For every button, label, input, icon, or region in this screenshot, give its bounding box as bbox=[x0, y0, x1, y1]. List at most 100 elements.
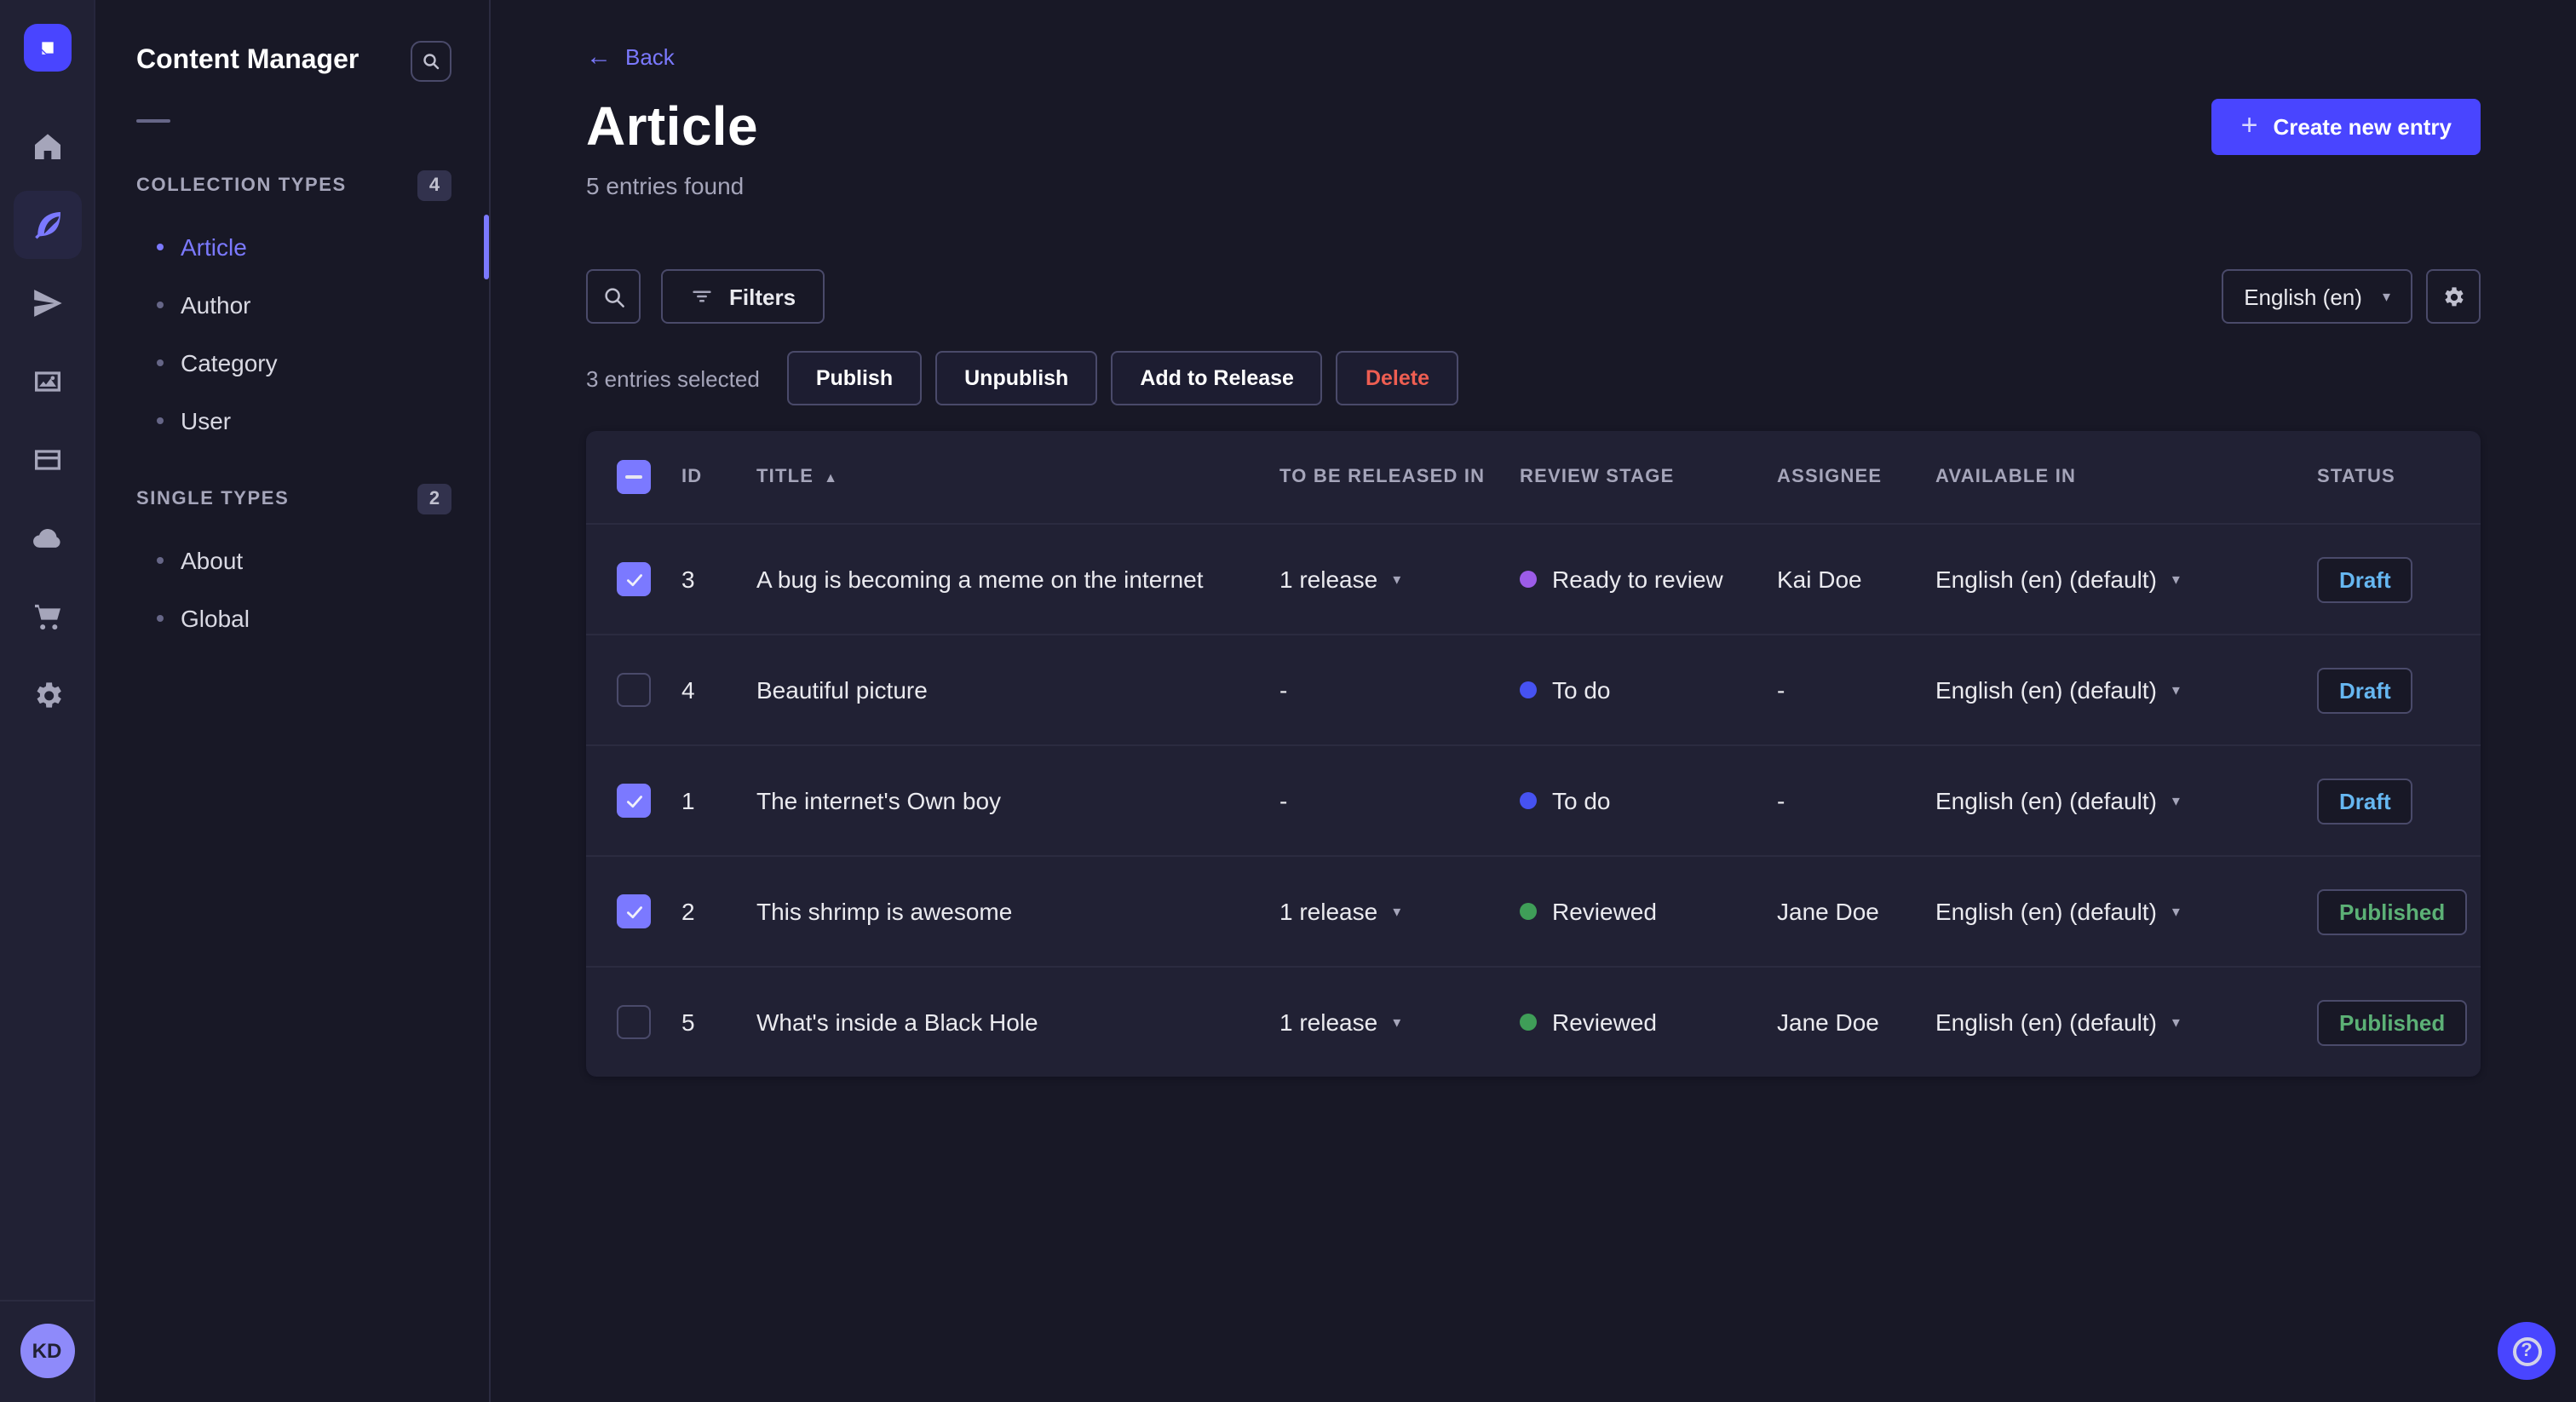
sort-asc-icon: ▲ bbox=[824, 469, 839, 485]
back-link[interactable]: ← Back bbox=[586, 44, 675, 70]
help-button[interactable]: ? bbox=[2498, 1322, 2556, 1380]
cell-status: Draft bbox=[2317, 556, 2481, 602]
rail-item-home-icon[interactable] bbox=[13, 112, 81, 181]
column-label: STATUS bbox=[2317, 467, 2395, 487]
subnav-title: Content Manager bbox=[136, 46, 359, 75]
stage-label: Reviewed bbox=[1552, 1008, 1657, 1036]
cell-assignee: - bbox=[1777, 676, 1785, 704]
cell-assignee: - bbox=[1777, 787, 1785, 814]
column-header-review-stage[interactable]: REVIEW STAGE bbox=[1520, 467, 1777, 487]
table-row[interactable]: 4 Beautiful picture - To do - English (en) (d… bbox=[586, 634, 2481, 744]
row-checkbox[interactable] bbox=[617, 562, 651, 596]
stage-label: Ready to review bbox=[1552, 566, 1723, 593]
rail-item-marketplace-cart-icon[interactable] bbox=[13, 583, 81, 651]
help-question-icon: ? bbox=[2512, 1336, 2541, 1365]
stage-label: Reviewed bbox=[1552, 898, 1657, 925]
column-header-assignee[interactable]: ASSIGNEE bbox=[1777, 467, 1935, 487]
row-checkbox[interactable] bbox=[617, 1005, 651, 1039]
cell-status: Published bbox=[2317, 888, 2481, 934]
entries-table: ID TITLE ▲ TO BE RELEASED IN REVIEW STAGE ASS… bbox=[586, 431, 2481, 1077]
cell-review-stage: Reviewed bbox=[1520, 898, 1777, 925]
table-row[interactable]: 3 A bug is becoming a meme on the interne… bbox=[586, 523, 2481, 634]
subnav-section-header: COLLECTION TYPES 4 bbox=[95, 147, 489, 211]
sidebar-item-category[interactable]: Category bbox=[95, 334, 489, 392]
chevron-down-icon[interactable]: ▾ bbox=[2172, 1014, 2180, 1030]
chevron-down-icon[interactable]: ▾ bbox=[2172, 792, 2180, 808]
stage-dot-icon bbox=[1520, 792, 1537, 809]
publish-button[interactable]: Publish bbox=[786, 351, 923, 405]
row-checkbox[interactable] bbox=[617, 894, 651, 928]
cell-to-be-released-in: 1 release ▾ bbox=[1279, 566, 1520, 593]
rail-item-deploy-cloud-icon[interactable] bbox=[13, 504, 81, 572]
home-icon bbox=[34, 134, 60, 159]
select-all-checkbox[interactable] bbox=[617, 460, 651, 494]
rail-item-content-manager-feather-icon[interactable] bbox=[13, 191, 81, 259]
releases-paper-plane-icon bbox=[33, 290, 61, 317]
status-badge: Published bbox=[2317, 888, 2468, 934]
chevron-down-icon[interactable]: ▾ bbox=[1393, 571, 1400, 587]
entries-count: 5 entries found bbox=[586, 172, 745, 199]
subnav-search-button[interactable] bbox=[411, 41, 451, 82]
sidebar-item-article[interactable]: Article bbox=[95, 218, 489, 276]
chevron-down-icon[interactable]: ▾ bbox=[2172, 681, 2180, 698]
unpublish-button[interactable]: Unpublish bbox=[935, 351, 1098, 405]
column-header-to-be-released-in[interactable]: TO BE RELEASED IN bbox=[1279, 467, 1520, 487]
content-manager-feather-icon bbox=[34, 212, 60, 239]
view-settings-button[interactable] bbox=[2426, 269, 2481, 324]
cell-assignee: Jane Doe bbox=[1777, 1008, 1879, 1036]
divider bbox=[136, 119, 170, 123]
row-checkbox[interactable] bbox=[617, 673, 651, 707]
bullet-icon bbox=[157, 359, 164, 366]
rail-item-media-library-images-icon[interactable] bbox=[13, 348, 81, 416]
rail-item-content-type-builder-layout-icon[interactable] bbox=[13, 426, 81, 494]
cell-assignee: Kai Doe bbox=[1777, 566, 1862, 593]
chevron-down-icon[interactable]: ▾ bbox=[1393, 1014, 1400, 1030]
delete-button[interactable]: Delete bbox=[1336, 351, 1459, 405]
column-header-status[interactable]: STATUS bbox=[2317, 467, 2481, 487]
rail-item-releases-paper-plane-icon[interactable] bbox=[13, 269, 81, 337]
sidebar-item-user[interactable]: User bbox=[95, 392, 489, 450]
column-header-id[interactable]: ID bbox=[681, 467, 756, 487]
column-header-available-in[interactable]: AVAILABLE IN bbox=[1935, 467, 2317, 487]
avatar[interactable]: KD bbox=[20, 1324, 74, 1378]
table-row[interactable]: 2 This shrimp is awesome 1 release ▾ Reviewe… bbox=[586, 855, 2481, 966]
chevron-down-icon[interactable]: ▾ bbox=[2172, 903, 2180, 919]
stage-label: To do bbox=[1552, 676, 1611, 704]
bullet-icon bbox=[157, 244, 164, 250]
stage-dot-icon bbox=[1520, 903, 1537, 920]
table-row[interactable]: 1 The internet's Own boy - To do - English (e… bbox=[586, 744, 2481, 855]
content-manager-subnav: Content Manager COLLECTION TYPES 4 Article… bbox=[95, 0, 491, 1402]
cell-title: What's inside a Black Hole bbox=[756, 1008, 1038, 1036]
create-new-entry-button[interactable]: + Create new entry bbox=[2211, 99, 2481, 155]
locale-value: English (en) (default) bbox=[1935, 676, 2157, 704]
cell-title: Beautiful picture bbox=[756, 676, 928, 704]
strapi-logo[interactable] bbox=[23, 24, 71, 72]
release-value: - bbox=[1279, 787, 1288, 814]
locale-value: English (en) (default) bbox=[1935, 1008, 2157, 1036]
cell-assignee: Jane Doe bbox=[1777, 898, 1879, 925]
sidebar-item-about[interactable]: About bbox=[95, 531, 489, 589]
chevron-down-icon[interactable]: ▾ bbox=[2172, 571, 2180, 587]
strapi-logo-glyph bbox=[41, 42, 53, 55]
column-header-title[interactable]: TITLE ▲ bbox=[756, 467, 1279, 487]
locale-select[interactable]: English (en) ▾ bbox=[2222, 269, 2412, 324]
gear-icon bbox=[2444, 286, 2463, 306]
filters-button[interactable]: Filters bbox=[661, 269, 825, 324]
sidebar-item-global[interactable]: Global bbox=[95, 589, 489, 647]
row-checkbox[interactable] bbox=[617, 784, 651, 818]
main-content: ← Back Article 5 entries found + Create … bbox=[491, 0, 2576, 1402]
chevron-down-icon[interactable]: ▾ bbox=[1393, 903, 1400, 919]
stage-dot-icon bbox=[1520, 1014, 1537, 1031]
filters-label: Filters bbox=[729, 284, 796, 309]
table-row[interactable]: 5 What's inside a Black Hole 1 release ▾ Rev… bbox=[586, 966, 2481, 1077]
locale-value: English (en) (default) bbox=[1935, 787, 2157, 814]
cell-to-be-released-in: 1 release ▾ bbox=[1279, 1008, 1520, 1036]
add-to-release-button[interactable]: Add to Release bbox=[1111, 351, 1323, 405]
media-library-images-icon bbox=[34, 371, 60, 392]
release-value: - bbox=[1279, 676, 1288, 704]
rail-item-settings-gear-icon[interactable] bbox=[13, 661, 81, 729]
sidebar-item-author[interactable]: Author bbox=[95, 276, 489, 334]
column-label: ID bbox=[681, 467, 703, 487]
search-button[interactable] bbox=[586, 269, 641, 324]
cell-id: 4 bbox=[681, 676, 695, 704]
